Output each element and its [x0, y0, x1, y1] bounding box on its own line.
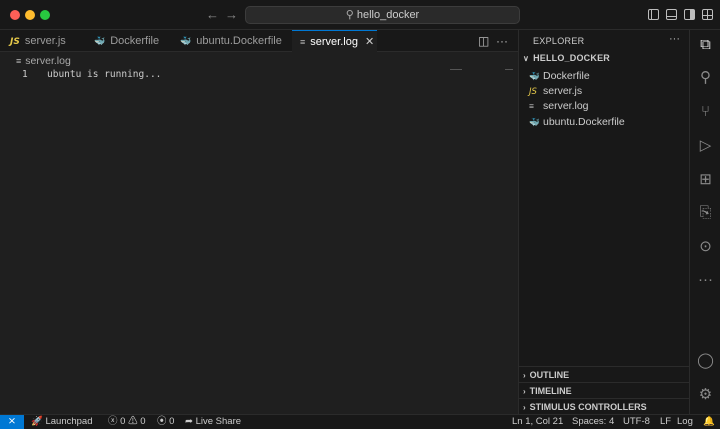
file-label: server.log — [543, 100, 589, 112]
chevron-right-icon: › — [523, 403, 526, 412]
vscode-window: ← → ⚲ hello_docker JS server.js 🐳 Dockerfil… — [0, 0, 720, 429]
ports-count: 0 — [169, 416, 175, 427]
docker-icon: 🐳 — [529, 71, 540, 81]
more-actions-icon[interactable]: ··· — [496, 34, 508, 48]
close-window-button[interactable] — [10, 10, 20, 20]
zoom-window-button[interactable] — [40, 10, 50, 20]
error-icon: ⓧ — [108, 416, 121, 427]
end-of-line[interactable]: LF — [660, 415, 671, 429]
command-center-label: hello_docker — [356, 9, 420, 21]
tab-dockerfile[interactable]: 🐳 Dockerfile — [86, 30, 170, 52]
overview-ruler — [505, 69, 513, 70]
run-debug-icon[interactable]: ▷ — [697, 137, 714, 154]
tab-server-js[interactable]: JS server.js — [2, 30, 84, 52]
title-bar: ← → ⚲ hello_docker — [0, 0, 720, 30]
source-control-icon[interactable]: ⑂ — [697, 103, 714, 120]
antenna-icon: ⦿ — [157, 416, 170, 427]
language-mode[interactable]: Log — [677, 415, 693, 429]
log-icon: ≡ — [529, 101, 534, 111]
folder-header[interactable]: ∨ HELLO_DOCKER — [523, 53, 610, 63]
file-label: ubuntu.Dockerfile — [543, 116, 625, 128]
rocket-icon: 🚀 — [31, 416, 46, 427]
minimize-window-button[interactable] — [25, 10, 35, 20]
remote-indicator-icon[interactable]: ⨯ — [0, 415, 24, 429]
file-item-dockerfile[interactable]: 🐳 Dockerfile — [529, 69, 590, 84]
toggle-secondary-sidebar-icon[interactable] — [684, 9, 695, 20]
warning-count: 0 — [140, 416, 146, 427]
js-icon: JS — [10, 37, 20, 47]
launchpad-label: Launchpad — [45, 416, 93, 427]
live-share-item[interactable]: ➦ Live Share — [185, 415, 241, 429]
tab-label: Dockerfile — [110, 35, 160, 47]
docker-icon: 🐳 — [529, 117, 540, 127]
file-item-ubuntu-dockerfile[interactable]: 🐳 ubuntu.Dockerfile — [529, 115, 625, 130]
file-label: server.js — [543, 85, 583, 97]
tab-server-log[interactable]: ≡ server.log ✕ — [292, 30, 377, 52]
more-views-icon[interactable]: ··· — [697, 271, 714, 288]
cursor-position[interactable]: Ln 1, Col 21 — [512, 415, 563, 429]
launchpad-item[interactable]: 🚀 Launchpad — [31, 415, 93, 429]
minimap[interactable] — [450, 69, 462, 70]
section-label: OUTLINE — [529, 370, 570, 380]
tab-label: server.js — [24, 35, 66, 47]
toggle-primary-sidebar-icon[interactable] — [648, 9, 659, 20]
chevron-right-icon: › — [523, 387, 526, 396]
section-label: TIMELINE — [529, 386, 572, 396]
customize-layout-icon[interactable] — [702, 9, 713, 20]
arrow-left-icon[interactable]: ← — [206, 7, 219, 22]
tab-ubuntu-dockerfile[interactable]: 🐳 ubuntu.Dockerfile — [172, 30, 290, 52]
chevron-right-icon: › — [523, 371, 526, 380]
encoding[interactable]: UTF-8 — [623, 415, 650, 429]
log-icon: ≡ — [300, 37, 306, 47]
file-label: Dockerfile — [543, 70, 590, 82]
explorer-sidebar: EXPLORER ··· ∨ HELLO_DOCKER 🐳 Dockerfile J… — [518, 30, 690, 414]
file-item-server-js[interactable]: JS server.js — [529, 84, 582, 99]
extensions-icon[interactable]: ⊞ — [697, 171, 714, 188]
js-icon: JS — [529, 87, 537, 97]
indentation[interactable]: Spaces: 4 — [572, 415, 614, 429]
live-share-icon: ➦ — [185, 416, 196, 427]
tab-label: server.log — [310, 36, 358, 48]
breadcrumb-file: server.log — [25, 55, 71, 67]
warning-icon: ⚠ — [128, 416, 138, 427]
explorer-files-icon[interactable]: ⧉ — [697, 36, 714, 53]
chevron-down-icon: ∨ — [523, 54, 530, 63]
docker-icon: 🐳 — [94, 36, 106, 46]
command-center-search[interactable]: ⚲ hello_docker — [245, 6, 520, 24]
tab-label: ubuntu.Dockerfile — [196, 35, 282, 47]
live-share-label: Live Share — [195, 416, 242, 427]
section-label: STIMULUS CONTROLLERS — [529, 402, 647, 412]
line-content[interactable]: ubuntu is running... — [47, 68, 161, 82]
file-item-server-log[interactable]: ≡ server.log — [529, 99, 589, 114]
editor-tab-bar: JS server.js 🐳 Dockerfile 🐳 ubuntu.Dockerfi… — [0, 30, 518, 52]
status-bar: ⨯ 🚀 Launchpad ⓧ 0 ⚠ 0 ⦿ 0 ➦ Live Share L… — [0, 414, 720, 429]
toggle-panel-icon[interactable] — [666, 9, 677, 20]
bell-icon[interactable]: 🔔 — [703, 415, 715, 429]
gear-icon[interactable]: ⚙ — [697, 386, 714, 403]
explorer-title: EXPLORER — [533, 36, 585, 46]
breadcrumb[interactable]: ≡ server.log — [16, 54, 71, 68]
remote-explorer-icon[interactable]: ⎘ — [697, 204, 714, 221]
error-count: 0 — [120, 416, 126, 427]
search-icon: ⚲ — [345, 9, 354, 21]
arrow-right-icon[interactable]: → — [225, 7, 238, 22]
stimulus-controllers-section[interactable]: › STIMULUS CONTROLLERS — [519, 398, 690, 414]
close-icon[interactable]: ✕ — [365, 36, 374, 48]
more-actions-icon[interactable]: ··· — [669, 33, 680, 45]
account-icon[interactable]: ◯ — [697, 352, 714, 369]
log-icon: ≡ — [16, 56, 22, 66]
ports-item[interactable]: ⦿ 0 — [157, 415, 174, 429]
docker-icon: 🐳 — [180, 36, 192, 46]
outline-section[interactable]: › OUTLINE — [519, 366, 690, 382]
activity-bar: ⧉ ⚲ ⑂ ▷ ⊞ ⎘ ⊙ ··· ◯ ⚙ — [689, 30, 720, 414]
timeline-section[interactable]: › TIMELINE — [519, 382, 690, 398]
git-graph-icon[interactable]: ⊙ — [697, 238, 714, 255]
split-editor-icon[interactable]: ◫ — [478, 34, 489, 48]
folder-label: HELLO_DOCKER — [533, 53, 610, 63]
editor-area[interactable]: ≡ server.log 1 ubuntu is running... — [0, 52, 518, 414]
problems-item[interactable]: ⓧ 0 ⚠ 0 — [108, 415, 146, 429]
line-number: 1 — [22, 69, 28, 80]
search-icon[interactable]: ⚲ — [697, 69, 714, 86]
